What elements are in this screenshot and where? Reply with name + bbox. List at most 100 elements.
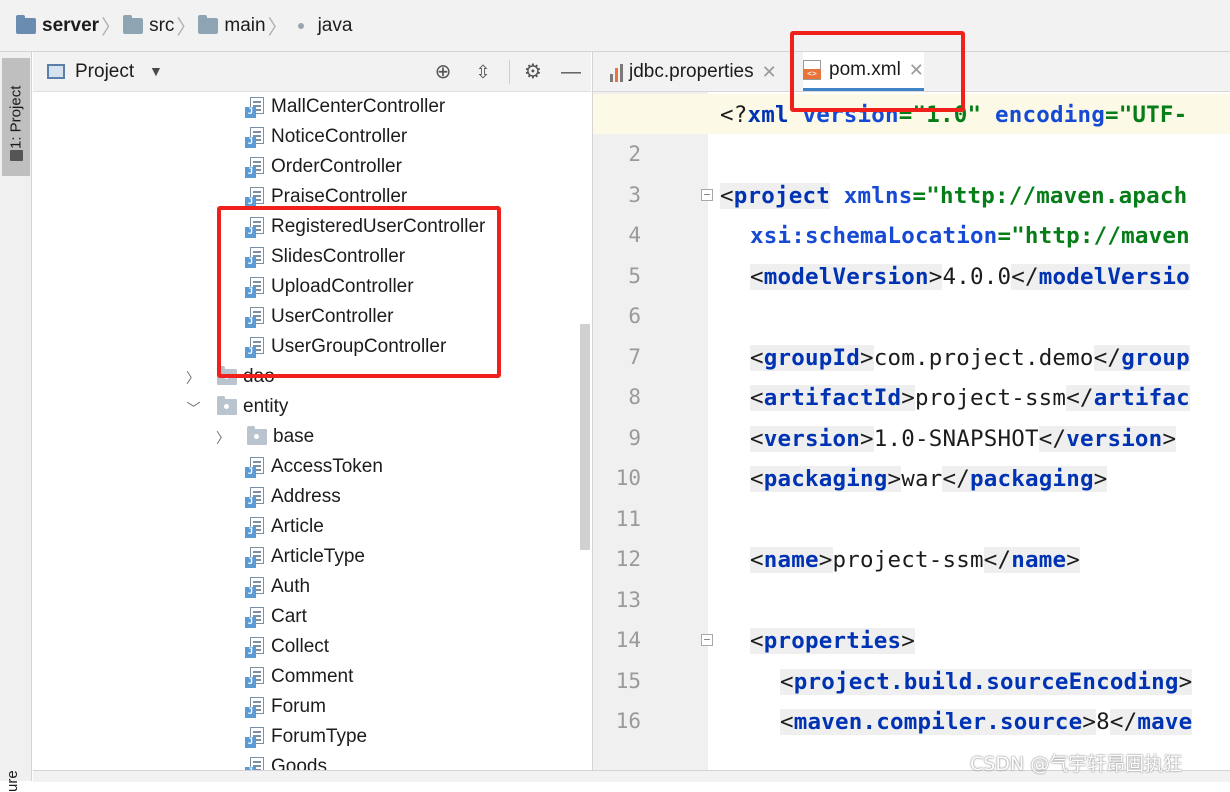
tree-item-label: UserGroupController bbox=[271, 336, 447, 357]
java-class-icon: J bbox=[245, 276, 267, 298]
tree-item-class[interactable]: J Auth bbox=[245, 572, 310, 602]
package-icon bbox=[247, 426, 267, 445]
tree-item-class[interactable]: J PraiseController bbox=[245, 182, 407, 212]
tree-item-label: UploadController bbox=[271, 276, 414, 297]
structure-tool-window-button[interactable]: ure bbox=[4, 752, 26, 792]
breadcrumb-label: java bbox=[317, 14, 353, 36]
collapse-all-icon[interactable]: ⇳ bbox=[471, 61, 495, 83]
project-panel-header: Project ▼ ⊕ ⇳ ⚙ — bbox=[33, 52, 591, 92]
breadcrumb-item-java[interactable]: java bbox=[290, 14, 353, 37]
tree-item-label: NoticeController bbox=[271, 126, 408, 147]
package-icon bbox=[217, 366, 237, 385]
java-class-icon: J bbox=[245, 696, 267, 718]
tree-item-class[interactable]: J AccessToken bbox=[245, 452, 383, 482]
tree-item-package-entity[interactable]: entity bbox=[217, 392, 288, 422]
expand-arrow-icon[interactable]: 〉 bbox=[216, 428, 230, 448]
java-class-icon: J bbox=[245, 96, 267, 118]
code-line-16: <maven.compiler.source>8</mave bbox=[780, 709, 1193, 735]
tree-item-label: ForumType bbox=[271, 726, 368, 747]
tree-item-class[interactable]: J Comment bbox=[245, 662, 353, 692]
tab-label: pom.xml bbox=[829, 59, 901, 80]
tree-item-class[interactable]: J Article bbox=[245, 512, 324, 542]
tree-item-class[interactable]: J NoticeController bbox=[245, 122, 407, 152]
folder-icon bbox=[198, 14, 219, 34]
code-line-10: <packaging>war</packaging> bbox=[750, 466, 1108, 492]
minimize-icon[interactable]: — bbox=[559, 61, 583, 83]
tree-item-label: dao bbox=[243, 366, 275, 387]
java-class-icon: J bbox=[245, 576, 267, 598]
tree-item-class[interactable]: J Forum bbox=[245, 692, 326, 722]
tree-item-label: ArticleType bbox=[271, 546, 365, 567]
tree-item-label: Cart bbox=[271, 606, 307, 627]
expand-arrow-icon[interactable]: 〉 bbox=[186, 368, 200, 388]
tree-item-label: Forum bbox=[271, 696, 326, 717]
tree-item-label: PraiseController bbox=[271, 186, 408, 207]
close-icon[interactable]: ✕ bbox=[762, 62, 777, 83]
tree-item-label: AccessToken bbox=[271, 456, 383, 477]
toolbar-divider bbox=[509, 60, 510, 84]
java-class-icon: J bbox=[245, 186, 267, 208]
breadcrumb-label: main bbox=[224, 14, 266, 36]
java-class-icon: J bbox=[245, 306, 267, 328]
java-class-icon: J bbox=[245, 606, 267, 628]
scrollbar-thumb[interactable] bbox=[580, 324, 590, 550]
tree-item-class[interactable]: J OrderController bbox=[245, 152, 402, 182]
project-tool-window-button[interactable]: 1: Project bbox=[2, 58, 30, 176]
vertical-scrollbar[interactable] bbox=[578, 92, 591, 781]
tree-item-label: Comment bbox=[271, 666, 354, 687]
chevron-right-icon: 〉 bbox=[176, 17, 197, 39]
xml-file-icon bbox=[803, 60, 821, 80]
project-panel: Project ▼ ⊕ ⇳ ⚙ — J MallCenterController… bbox=[33, 52, 591, 781]
tree-item-class[interactable]: J ArticleType bbox=[245, 542, 365, 572]
tree-item-package-dao[interactable]: dao bbox=[217, 362, 275, 392]
java-class-icon: J bbox=[245, 216, 267, 238]
project-view-selector[interactable]: Project bbox=[75, 61, 134, 83]
properties-file-icon bbox=[609, 62, 625, 82]
java-class-icon: J bbox=[245, 156, 267, 178]
folder-icon bbox=[10, 150, 23, 161]
tree-item-class[interactable]: J UserGroupController bbox=[245, 332, 446, 362]
locate-icon[interactable]: ⊕ bbox=[431, 61, 455, 83]
chevron-right-icon: 〉 bbox=[101, 17, 122, 39]
breadcrumb-label: src bbox=[149, 14, 175, 36]
code-line-7: <groupId>com.project.demo</group bbox=[750, 345, 1190, 371]
tree-item-label: entity bbox=[243, 396, 289, 417]
tree-item-class[interactable]: J Collect bbox=[245, 632, 329, 662]
tree-item-package-base[interactable]: base bbox=[247, 422, 314, 452]
tree-item-label: Collect bbox=[271, 636, 330, 657]
code-line-8: <artifactId>project-ssm</artifac bbox=[750, 385, 1190, 411]
tree-item-class[interactable]: J UserController bbox=[245, 302, 393, 332]
breadcrumb-label: server bbox=[42, 14, 100, 36]
java-class-icon: J bbox=[245, 486, 267, 508]
watermark: CSDN @气宇轩昂固执狂 bbox=[970, 753, 1183, 775]
tree-item-class[interactable]: J Address bbox=[245, 482, 341, 512]
project-view-icon bbox=[47, 64, 65, 79]
collapse-arrow-icon[interactable]: 〉 bbox=[183, 401, 203, 415]
tree-item-class[interactable]: J Cart bbox=[245, 602, 307, 632]
gear-icon[interactable]: ⚙ bbox=[521, 61, 545, 83]
chevron-down-icon[interactable]: ▼ bbox=[149, 63, 163, 79]
tree-item-label: Address bbox=[271, 486, 341, 507]
tab-jdbc-properties[interactable]: jdbc.properties ✕ bbox=[609, 52, 777, 92]
project-tree[interactable]: J MallCenterController J NoticeControlle… bbox=[33, 92, 578, 781]
tab-pom-xml[interactable]: pom.xml ✕ bbox=[803, 52, 924, 91]
java-class-icon: J bbox=[245, 456, 267, 478]
breadcrumb-item-main[interactable]: main bbox=[198, 14, 266, 37]
java-class-icon: J bbox=[245, 336, 267, 358]
tree-item-class[interactable]: J MallCenterController bbox=[245, 92, 445, 122]
tree-item-label: RegisteredUserController bbox=[271, 216, 486, 237]
code-line-15: <project.build.sourceEncoding> bbox=[780, 669, 1193, 695]
folder-icon bbox=[123, 14, 144, 34]
close-icon[interactable]: ✕ bbox=[909, 60, 924, 81]
code-line-14: <properties> bbox=[750, 628, 915, 654]
breadcrumb-item-server[interactable]: server bbox=[16, 14, 100, 37]
code-line-9: <version>1.0-SNAPSHOT</version> bbox=[750, 426, 1177, 452]
tree-item-class[interactable]: J UploadController bbox=[245, 272, 414, 302]
breadcrumb-item-src[interactable]: src bbox=[123, 14, 175, 37]
tree-item-class[interactable]: J SlidesController bbox=[245, 242, 405, 272]
java-class-icon: J bbox=[245, 636, 267, 658]
tree-item-class[interactable]: J ForumType bbox=[245, 722, 367, 752]
code-line-3: <project xmlns="http://maven.apach bbox=[720, 183, 1188, 209]
code-area[interactable]: <?xml version="1.0" encoding="UTF- <proj… bbox=[593, 92, 1230, 781]
tree-item-class[interactable]: J RegisteredUserController bbox=[245, 212, 485, 242]
